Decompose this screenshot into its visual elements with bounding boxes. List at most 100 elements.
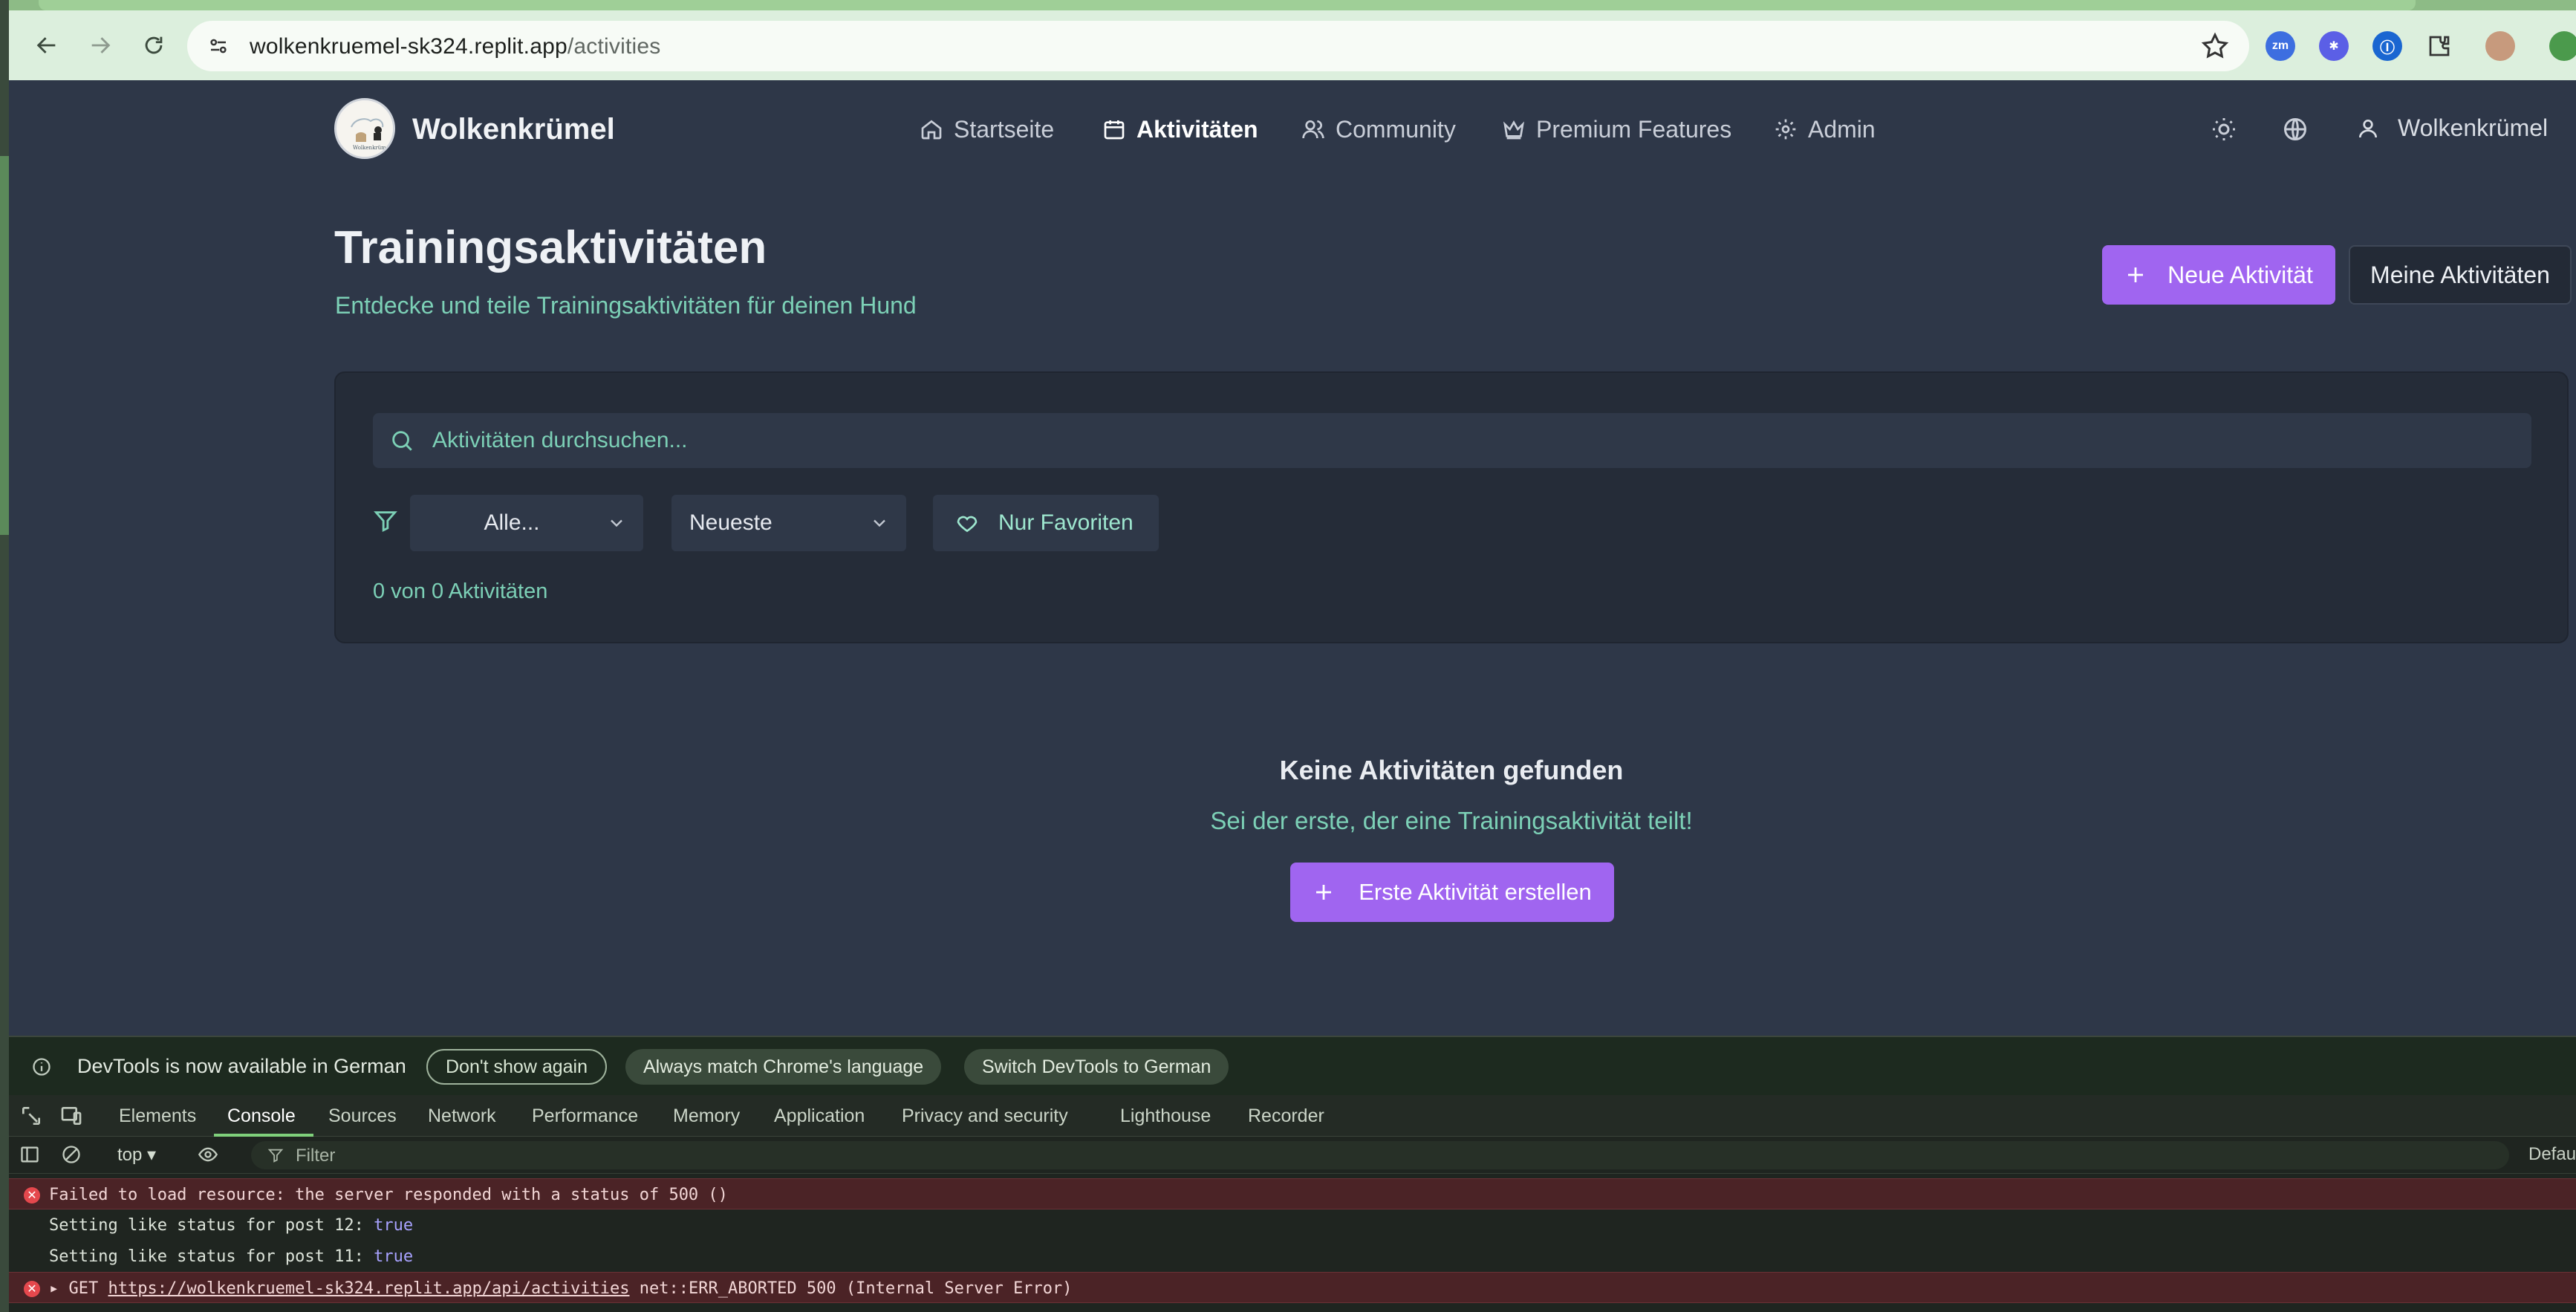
page-subtitle: Entdecke und teile Trainingsaktivitäten … (335, 292, 917, 319)
heart-icon (957, 516, 978, 533)
console-value: true (374, 1247, 414, 1266)
tab-elements[interactable]: Elements (119, 1105, 196, 1127)
nav-label: Aktivitäten (1136, 115, 1258, 143)
new-activity-label: Neue Aktivität (2167, 261, 2313, 288)
category-select[interactable]: Alle... (410, 495, 643, 551)
zoom-extension-icon[interactable]: zm (2266, 31, 2295, 61)
devtools-tabbar: Elements Console Sources Network Perform… (9, 1095, 2576, 1137)
users-icon (1302, 120, 1324, 139)
nav-startseite[interactable]: Startseite (920, 114, 1054, 144)
favorites-only-button[interactable]: Nur Favoriten (933, 495, 1159, 551)
app-header: Wolkenkrümel Wolkenkrümel Startseite Akt… (9, 80, 2576, 178)
live-expression-eye-icon[interactable] (196, 1144, 220, 1165)
nav-label: Premium Features (1536, 115, 1732, 143)
my-activities-button[interactable]: Meine Aktivitäten (2349, 245, 2572, 305)
tab-sources[interactable]: Sources (328, 1105, 397, 1127)
tab-console[interactable]: Console (227, 1105, 296, 1127)
console-log-row[interactable]: Setting like status for post 11: true (9, 1241, 2576, 1272)
request-method: GET (68, 1279, 99, 1298)
context-selector[interactable]: top ▾ (117, 1144, 156, 1166)
plus-icon (1316, 885, 1332, 900)
console-message: Setting like status for post 11: (49, 1247, 374, 1266)
device-toolbar-icon[interactable] (59, 1104, 83, 1128)
home-icon (921, 120, 942, 140)
plus-icon (2128, 267, 2144, 282)
log-levels-dropdown[interactable]: Defau (2528, 1144, 2576, 1165)
empty-state-subtitle: Sei der erste, der eine Trainingsaktivit… (1210, 807, 1693, 834)
user-menu[interactable]: Wolkenkrümel (2356, 114, 2548, 142)
request-status: net::ERR_ABORTED 500 (Internal Server Er… (639, 1279, 1073, 1298)
nav-aktivitaeten[interactable]: Aktivitäten (1102, 114, 1258, 144)
browser-chrome: wolkenkruemel-sk324.replit.app/activitie… (9, 0, 2576, 80)
error-icon: ✕ (24, 1281, 40, 1297)
tab-network[interactable]: Network (428, 1105, 496, 1127)
profile-avatar-icon[interactable] (2485, 31, 2515, 61)
crown-icon (1503, 120, 1524, 140)
tab-lighthouse[interactable]: Lighthouse (1120, 1105, 1211, 1127)
user-icon (2359, 119, 2377, 137)
request-url-link[interactable]: https://wolkenkruemel-sk324.replit.app/a… (108, 1279, 630, 1298)
info-icon (33, 1058, 51, 1076)
console-error-row[interactable]: ✕ Failed to load resource: the server re… (9, 1178, 2576, 1209)
new-activity-button[interactable]: Neue Aktivität (2102, 245, 2335, 305)
brand-name[interactable]: Wolkenkrümel (412, 113, 615, 146)
chevron-down-icon (611, 519, 622, 527)
tab-privacy-security[interactable]: Privacy and security (902, 1105, 1068, 1127)
infobar-message: DevTools is now available in German (77, 1055, 406, 1077)
desktop-edge (0, 0, 9, 1312)
gear-icon (1775, 119, 1796, 140)
theme-sun-icon[interactable] (2211, 116, 2237, 143)
always-match-language-button[interactable]: Always match Chrome's language (625, 1049, 942, 1085)
back-icon[interactable] (27, 25, 67, 65)
tab-application[interactable]: Application (774, 1105, 865, 1127)
dont-show-again-button[interactable]: Don't show again (426, 1049, 608, 1085)
nav-community[interactable]: Community (1301, 114, 1456, 144)
create-first-activity-button[interactable]: Erste Aktivität erstellen (1290, 863, 1614, 922)
console-value: true (374, 1216, 414, 1235)
sort-select-value: Neueste (689, 510, 773, 535)
tab-memory[interactable]: Memory (673, 1105, 740, 1127)
console-filter-input[interactable]: Filter (251, 1141, 2509, 1169)
devtools-language-infobar: DevTools is now available in German Don'… (9, 1037, 2576, 1095)
empty-state-title: Keine Aktivitäten gefunden (1279, 755, 1624, 785)
chevron-down-icon (874, 519, 885, 527)
search-box[interactable] (373, 413, 2531, 468)
filter-icon (267, 1149, 284, 1163)
console-message: Failed to load resource: the server resp… (49, 1186, 728, 1204)
switch-devtools-german-button[interactable]: Switch DevTools to German (964, 1049, 1229, 1085)
nav-premium-features[interactable]: Premium Features (1502, 114, 1731, 144)
search-icon (392, 431, 412, 451)
site-settings-icon[interactable] (204, 31, 233, 61)
inspect-element-icon[interactable] (19, 1104, 43, 1128)
search-input[interactable] (432, 413, 2512, 468)
profile-menu-icon[interactable] (2549, 31, 2576, 61)
bookmark-star-icon[interactable] (2200, 31, 2230, 61)
filter-icon (374, 511, 397, 533)
url-text: wolkenkruemel-sk324.replit.app/activitie… (250, 34, 661, 59)
sort-select[interactable]: Neueste (671, 495, 906, 551)
extensions-puzzle-icon[interactable] (2424, 31, 2454, 61)
extension-gear-icon[interactable]: ✱ (2319, 31, 2349, 61)
console-toolbar: top ▾ Filter Defau (9, 1137, 2576, 1174)
forward-icon[interactable] (80, 25, 120, 65)
error-icon: ✕ (24, 1187, 40, 1204)
category-select-value: Alle... (484, 510, 540, 535)
language-globe-icon[interactable] (2282, 116, 2309, 143)
nav-admin[interactable]: Admin (1774, 114, 1876, 144)
page-title: Trainingsaktivitäten (334, 222, 767, 273)
nav-label: Startseite (954, 115, 1055, 143)
tab-performance[interactable]: Performance (532, 1105, 638, 1127)
clear-console-icon[interactable] (61, 1144, 82, 1165)
activity-count: 0 von 0 Aktivitäten (373, 579, 548, 603)
password-manager-icon[interactable]: Ⓘ (2372, 31, 2402, 61)
favorites-label: Nur Favoriten (998, 510, 1133, 535)
sidebar-toggle-icon[interactable] (19, 1144, 40, 1165)
brand-logo[interactable]: Wolkenkrümel (334, 98, 395, 159)
reload-icon[interactable] (134, 25, 174, 65)
filter-placeholder: Filter (296, 1146, 336, 1166)
tab-recorder[interactable]: Recorder (1248, 1105, 1324, 1127)
console-log-row[interactable]: Setting like status for post 12: true (9, 1209, 2576, 1241)
console-error-row[interactable]: ✕ ▸ GET https://wolkenkruemel-sk324.repl… (9, 1272, 2576, 1303)
address-bar[interactable]: wolkenkruemel-sk324.replit.app/activitie… (187, 21, 2249, 71)
nav-label: Community (1336, 115, 1456, 143)
